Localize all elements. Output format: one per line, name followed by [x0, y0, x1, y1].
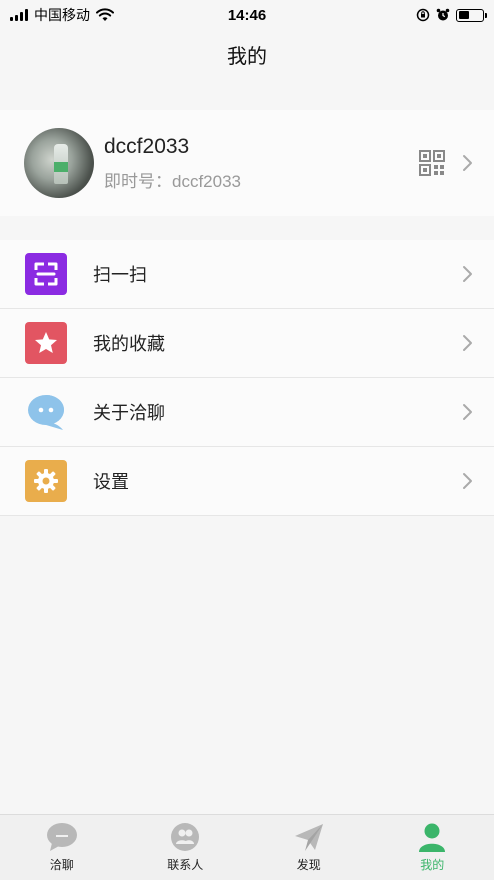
contacts-icon [171, 823, 200, 851]
username: dccf2033 [104, 134, 190, 158]
menu-item-label: 关于洽聊 [93, 403, 165, 423]
chevron-right-icon [463, 473, 472, 489]
person-icon [419, 823, 446, 852]
tab-bar: 洽聊 联系人 发现 我的 [0, 814, 494, 880]
battery-icon [456, 8, 487, 22]
tab-label: 发现 [296, 858, 321, 872]
paper-plane-icon [294, 824, 323, 851]
battery-level [458, 11, 469, 19]
tab-discover[interactable]: 发现 [247, 815, 371, 880]
chevron-right-icon [463, 335, 472, 351]
chat-bubble-icon [25, 391, 67, 433]
profile-text: dccf2033 即时号：dccf2033 [104, 135, 418, 192]
carrier-name: 中国移动 [34, 7, 90, 23]
tab-label: 联系人 [167, 858, 204, 872]
star-icon [25, 322, 67, 364]
status-time: 14:46 [227, 6, 267, 24]
chevron-right-icon [463, 266, 472, 282]
alarm-icon [436, 8, 450, 21]
chevron-right-icon [463, 404, 472, 420]
page-title: 我的 [227, 46, 267, 68]
menu-item-label: 我的收藏 [93, 334, 165, 354]
menu-item-label: 设置 [93, 472, 129, 492]
menu-item-settings[interactable]: 设置 [0, 447, 494, 516]
tab-me[interactable]: 我的 [371, 815, 494, 880]
chat-icon [46, 823, 77, 851]
wifi-icon [96, 8, 114, 21]
tab-chat[interactable]: 洽聊 [0, 815, 124, 880]
status-left: 中国移动 [10, 5, 114, 25]
menu-item-about[interactable]: 关于洽聊 [0, 378, 494, 447]
cellular-signal-icon [10, 9, 28, 21]
qr-code-icon[interactable] [418, 149, 446, 177]
status-right [416, 8, 487, 22]
account-id: 即时号：dccf2033 [104, 171, 241, 191]
tab-label: 洽聊 [49, 858, 74, 872]
gear-icon [25, 460, 67, 502]
avatar-photo-label [54, 162, 68, 172]
menu-list: 扫一扫 我的收藏 关于洽聊 设置 [0, 240, 494, 516]
tab-label: 我的 [420, 858, 445, 872]
scan-icon [25, 253, 67, 295]
menu-item-favorites[interactable]: 我的收藏 [0, 309, 494, 378]
status-bar: 中国移动 14:46 [0, 0, 494, 30]
menu-item-label: 扫一扫 [93, 265, 147, 285]
orientation-lock-icon [416, 8, 430, 22]
menu-item-scan[interactable]: 扫一扫 [0, 240, 494, 309]
profile-row[interactable]: dccf2033 即时号：dccf2033 [0, 110, 494, 216]
tab-contacts[interactable]: 联系人 [124, 815, 248, 880]
avatar[interactable] [24, 128, 94, 198]
chevron-right-icon [463, 155, 472, 171]
